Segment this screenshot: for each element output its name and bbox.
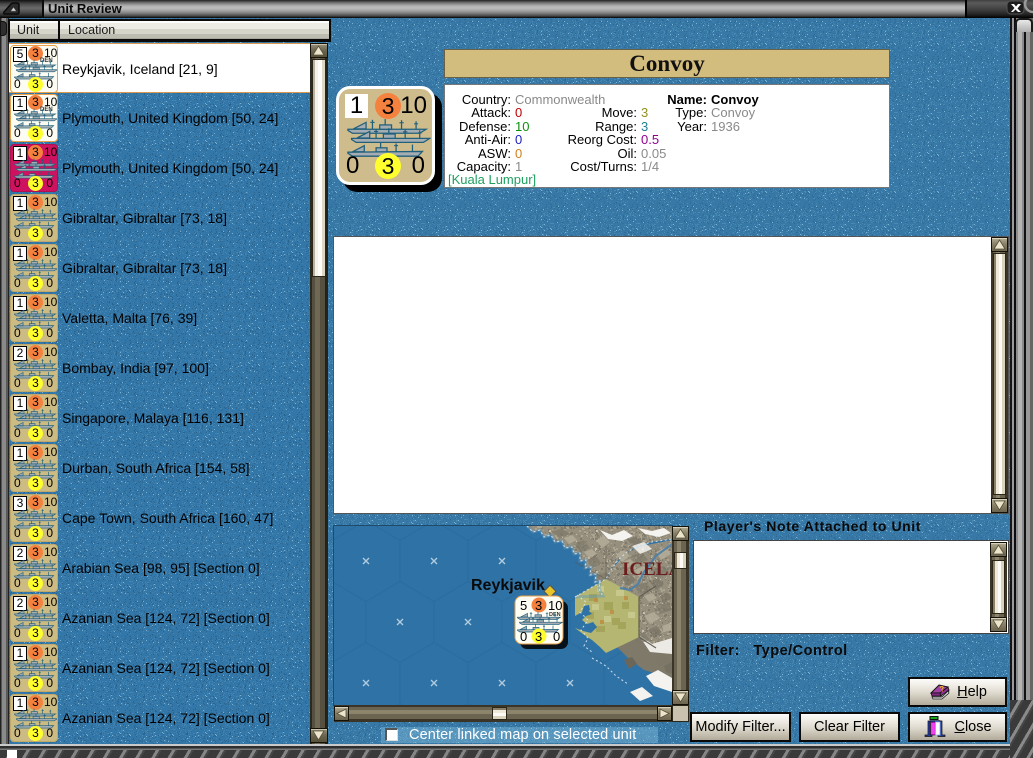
svg-text:3: 3 <box>535 629 542 644</box>
svg-text:0: 0 <box>520 629 527 644</box>
svg-text:ICELA: ICELA <box>622 559 672 580</box>
svg-text:?: ? <box>939 684 946 694</box>
svg-text:5: 5 <box>520 598 527 613</box>
svg-text:3: 3 <box>535 598 542 613</box>
svg-text:Reykjavik: Reykjavik <box>471 577 545 594</box>
svg-text:0: 0 <box>553 629 560 644</box>
svg-text:10: 10 <box>548 598 562 613</box>
